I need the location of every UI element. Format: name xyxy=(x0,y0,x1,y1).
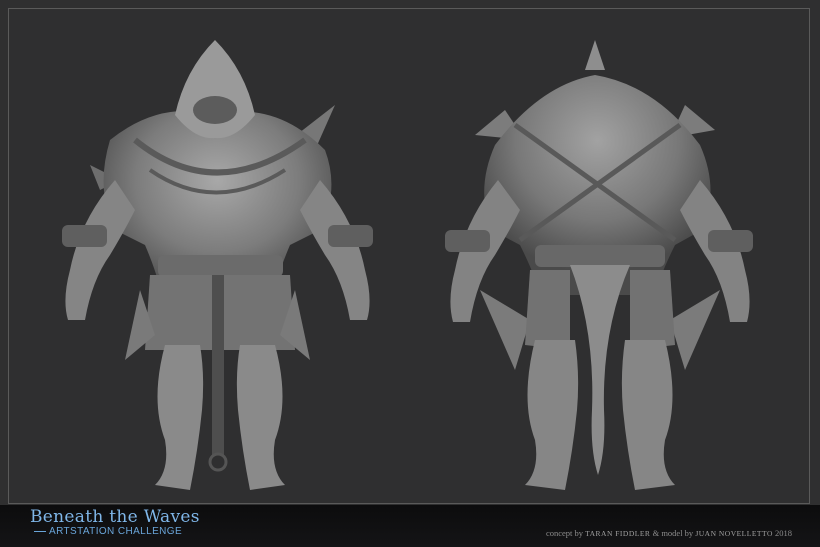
model-artist: JUAN NOVELLETTO xyxy=(695,529,773,538)
challenge-subtitle: ARTSTATION CHALLENGE xyxy=(34,526,182,537)
shark-creature-back-view xyxy=(420,30,780,500)
render-canvas xyxy=(0,0,820,547)
subtitle-decoration xyxy=(34,530,46,532)
model-label: model by xyxy=(661,528,694,538)
concept-artist: TARAN FIDDLER xyxy=(585,529,651,538)
credits-year: 2018 xyxy=(775,528,792,538)
shark-creature-front-view xyxy=(40,30,400,500)
challenge-title: Beneath the Waves xyxy=(30,507,200,527)
credits-line: concept by TARAN FIDDLER & model by JUAN… xyxy=(546,528,792,538)
subtitle-text: ARTSTATION CHALLENGE xyxy=(49,526,183,537)
credits-separator: & xyxy=(652,528,660,538)
concept-label: concept by xyxy=(545,528,584,538)
